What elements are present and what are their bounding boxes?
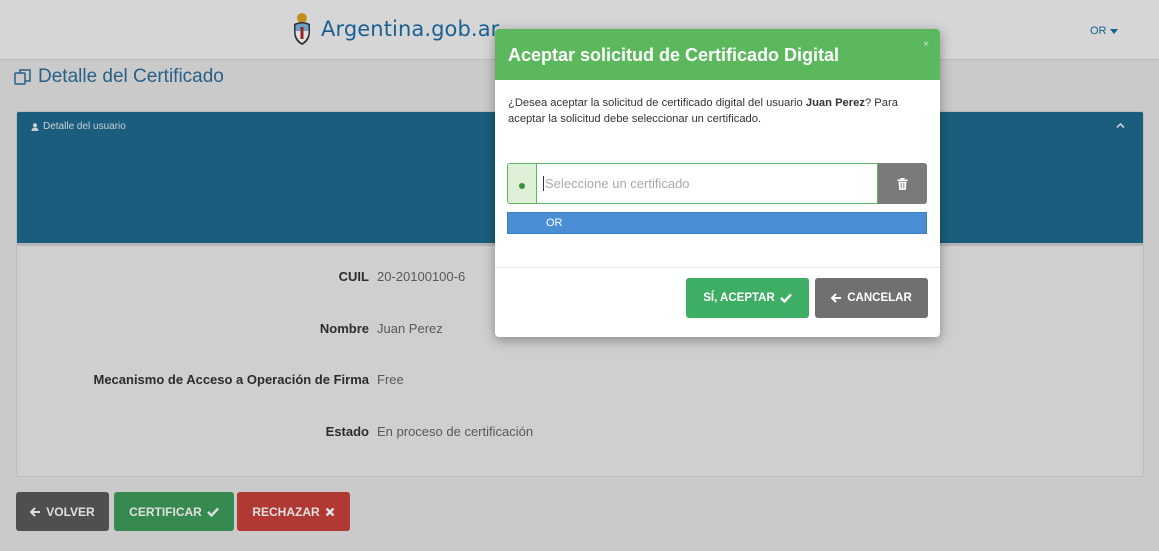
- accept-certificate-modal: Aceptar solicitud de Certificado Digital…: [495, 29, 940, 337]
- accept-label: SÍ, ACEPTAR: [703, 292, 775, 304]
- modal-message: ¿Desea aceptar la solicitud de certifica…: [508, 95, 928, 127]
- modal-message-start: ¿Desea aceptar la solicitud de certifica…: [508, 97, 806, 109]
- status-dot-icon: [519, 183, 525, 189]
- text-cursor: [543, 176, 544, 191]
- clear-selection-button[interactable]: [878, 163, 927, 204]
- arrow-left-icon: [831, 293, 842, 303]
- accept-button[interactable]: SÍ, ACEPTAR: [686, 278, 809, 318]
- modal-footer-divider: [495, 267, 940, 268]
- modal-header: Aceptar solicitud de Certificado Digital…: [495, 29, 940, 80]
- dropdown-option[interactable]: OR: [546, 217, 563, 229]
- check-icon: [779, 293, 792, 303]
- select-status-addon: [507, 163, 536, 204]
- trash-icon: [897, 177, 908, 190]
- modal-user-name: Juan Perez: [805, 97, 865, 109]
- cancel-button[interactable]: CANCELAR: [815, 278, 928, 318]
- close-icon[interactable]: ×: [923, 39, 929, 50]
- certificate-dropdown: OR: [507, 212, 927, 234]
- certificate-select-placeholder: Seleccione un certificado: [545, 176, 690, 191]
- cancel-label: CANCELAR: [847, 292, 912, 304]
- modal-title: Aceptar solicitud de Certificado Digital: [508, 45, 840, 65]
- certificate-select-input[interactable]: Seleccione un certificado: [536, 163, 878, 204]
